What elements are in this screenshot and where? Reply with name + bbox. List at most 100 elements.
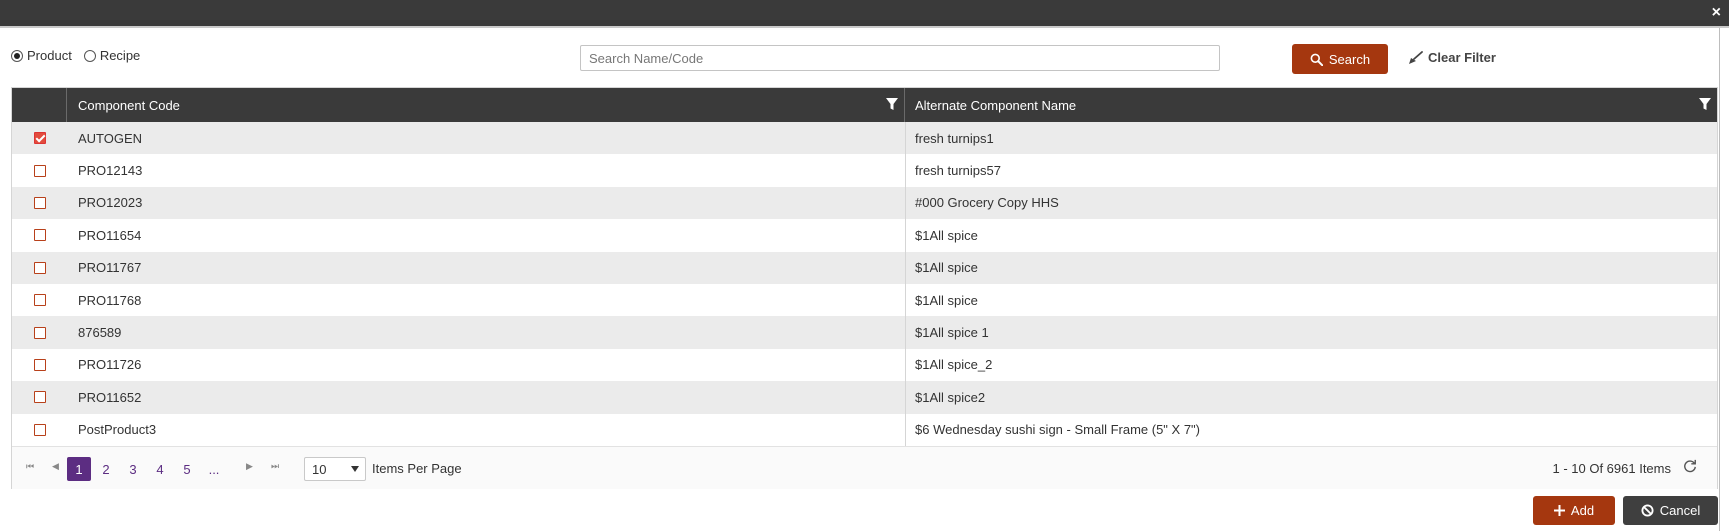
clear-filter-label: Clear Filter xyxy=(1428,50,1496,65)
column-title: Alternate Component Name xyxy=(915,97,1077,113)
component-grid: Component Code Alternate Component Name … xyxy=(11,87,1718,489)
close-icon[interactable]: × xyxy=(1712,3,1721,23)
filter-icon[interactable] xyxy=(1699,98,1711,111)
refresh-icon[interactable] xyxy=(1683,459,1697,473)
cancel-button[interactable]: Cancel xyxy=(1623,496,1718,525)
clear-filter-button[interactable]: Clear Filter xyxy=(1407,50,1496,65)
component-code-cell: PRO12143 xyxy=(78,163,143,179)
search-button[interactable]: Search xyxy=(1292,44,1388,74)
row-select-cell xyxy=(12,122,67,154)
row-checkbox[interactable] xyxy=(33,132,46,145)
row-select-cell xyxy=(12,414,67,446)
pager: ⏮ ◀ 1 2 3 4 5... ▶ ⏭ 10 Items Per Page 1 - 1… xyxy=(12,446,1717,489)
alternate-name-cell: fresh turnips1 xyxy=(915,130,994,146)
page-ellipsis[interactable]: ... xyxy=(202,457,226,481)
table-row[interactable]: PRO12143 fresh turnips57 xyxy=(12,154,1717,186)
row-select-cell xyxy=(12,187,67,219)
dialog-titlebar: × xyxy=(0,0,1729,28)
first-page-icon[interactable]: ⏮ xyxy=(26,461,34,472)
last-page-icon[interactable]: ⏭ xyxy=(271,461,279,472)
table-row[interactable]: PRO11767 $1All spice xyxy=(12,251,1717,284)
alternate-name-cell: fresh turnips57 xyxy=(915,163,1001,179)
header-select-cell xyxy=(12,88,67,122)
radio-label: Recipe xyxy=(99,48,141,63)
page-number[interactable]: 3 xyxy=(121,457,145,481)
row-select-cell xyxy=(12,154,67,186)
search-icon xyxy=(1310,53,1323,66)
alternate-name-cell: $1All spice xyxy=(915,292,978,308)
dialog-border xyxy=(1719,28,1720,531)
page-number[interactable]: 2 xyxy=(94,457,118,481)
component-code-cell: 876589 xyxy=(78,325,122,341)
table-row[interactable]: AUTOGEN fresh turnips1 xyxy=(12,122,1717,155)
table-row[interactable]: 876589 $1All spice 1 xyxy=(12,316,1717,349)
header-alternate-component-name[interactable]: Alternate Component Name xyxy=(905,88,1717,122)
row-checkbox[interactable] xyxy=(33,423,46,436)
filter-icon[interactable] xyxy=(886,98,898,111)
alternate-name-cell: $1All spice xyxy=(915,260,978,276)
filter-type-radio-group: Product Recipe xyxy=(11,48,140,63)
table-row[interactable]: PRO12023 #000 Grocery Copy HHS xyxy=(12,186,1717,220)
search-button-label: Search xyxy=(1328,51,1371,67)
row-select-cell xyxy=(12,381,67,413)
alternate-name-cell: #000 Grocery Copy HHS xyxy=(915,195,1059,211)
row-select-cell xyxy=(12,219,67,251)
row-checkbox[interactable] xyxy=(33,229,46,242)
row-checkbox[interactable] xyxy=(33,294,46,307)
component-code-cell: PostProduct3 xyxy=(78,422,157,438)
column-title: Component Code xyxy=(78,97,180,113)
search-input[interactable] xyxy=(580,45,1220,71)
row-select-cell xyxy=(12,284,67,316)
chevron-down-icon xyxy=(351,466,359,472)
page-size-select[interactable]: 10 xyxy=(304,457,366,481)
table-row[interactable]: PostProduct3 $6 Wednesday sushi sign - Sm… xyxy=(12,414,1717,446)
page-number[interactable]: 4 xyxy=(148,457,172,481)
alternate-name-cell: $1All spice2 xyxy=(915,389,986,405)
row-select-cell xyxy=(12,349,67,381)
component-code-cell: PRO11654 xyxy=(78,227,142,243)
component-code-cell: PRO11726 xyxy=(78,357,142,373)
header-component-code[interactable]: Component Code xyxy=(67,88,905,122)
add-button-label: Add xyxy=(1570,503,1595,518)
row-checkbox[interactable] xyxy=(33,326,46,339)
row-select-cell xyxy=(12,252,67,284)
alternate-name-cell: $6 Wednesday sushi sign - Small Frame (5… xyxy=(915,422,1200,438)
radio-label: Product xyxy=(27,48,72,63)
row-checkbox[interactable] xyxy=(33,164,46,177)
table-row[interactable]: PRO11726 $1All spice_2 xyxy=(12,349,1717,381)
table-row[interactable]: PRO11652 $1All spice2 xyxy=(12,381,1717,414)
items-per-page-label: Items Per Page xyxy=(372,461,462,476)
broom-icon xyxy=(1409,50,1423,64)
page-size-value: 10 xyxy=(312,461,327,477)
row-select-cell xyxy=(12,316,67,348)
pager-info: 1 - 10 Of 6961 Items xyxy=(1552,461,1671,476)
plus-icon xyxy=(1553,505,1565,516)
cancel-button-label: Cancel xyxy=(1659,503,1701,518)
component-code-cell: PRO11767 xyxy=(78,260,142,276)
row-checkbox[interactable] xyxy=(33,196,46,209)
alternate-name-cell: $1All spice 1 xyxy=(915,325,989,341)
page-number[interactable]: 5 xyxy=(175,457,199,481)
alternate-name-cell: $1All spice_2 xyxy=(915,357,993,373)
radio-button[interactable] xyxy=(11,49,23,62)
component-code-cell: PRO12023 xyxy=(78,195,143,211)
page-number[interactable]: 1 xyxy=(67,457,91,481)
component-code-cell: PRO11768 xyxy=(78,292,142,308)
next-page-icon[interactable]: ▶ xyxy=(246,461,253,472)
table-row[interactable]: PRO11768 $1All spice xyxy=(12,284,1717,316)
column-divider xyxy=(905,122,906,446)
radio-recipe[interactable]: Recipe xyxy=(83,48,141,63)
row-checkbox[interactable] xyxy=(33,358,46,371)
add-button[interactable]: Add xyxy=(1533,496,1615,525)
table-row[interactable]: PRO11654 $1All spice xyxy=(12,219,1717,251)
row-checkbox[interactable] xyxy=(33,391,46,404)
prev-page-icon[interactable]: ◀ xyxy=(52,461,59,472)
component-code-cell: AUTOGEN xyxy=(78,130,143,146)
component-code-cell: PRO11652 xyxy=(78,389,142,405)
alternate-name-cell: $1All spice xyxy=(915,227,978,243)
radio-product[interactable]: Product xyxy=(11,48,72,63)
radio-button[interactable] xyxy=(83,49,96,62)
grid-header: Component Code Alternate Component Name xyxy=(12,88,1717,122)
ban-icon xyxy=(1641,504,1654,517)
row-checkbox[interactable] xyxy=(33,261,46,274)
